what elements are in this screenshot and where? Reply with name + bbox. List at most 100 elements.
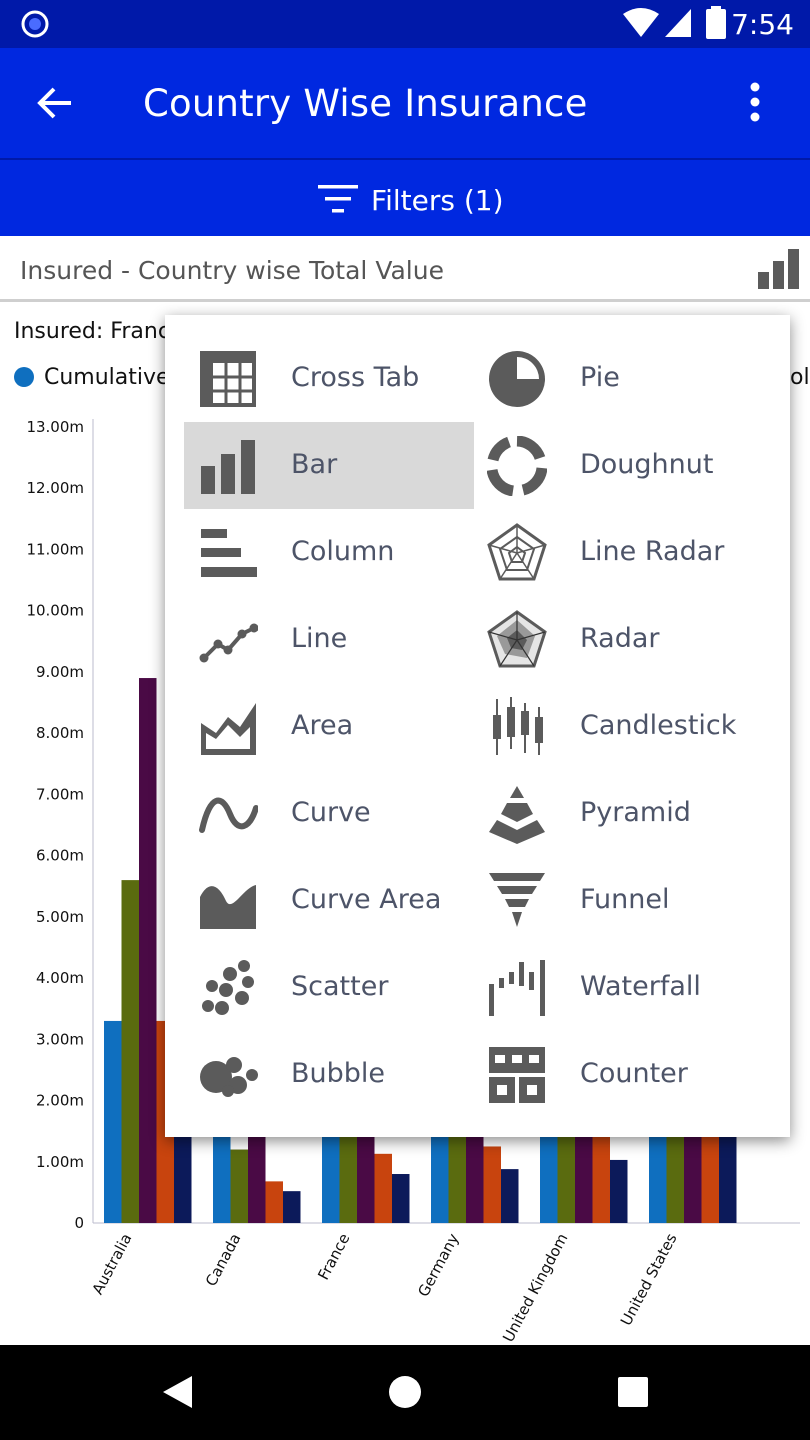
bar — [230, 1149, 248, 1223]
bar — [392, 1174, 410, 1223]
y-tick-label: 9.00m — [36, 663, 84, 681]
column-chart-icon — [201, 529, 257, 577]
app-bar: Country Wise Insurance — [0, 48, 810, 158]
panel-title: Insured - Country wise Total Value — [20, 256, 444, 285]
chart-type-option-label: Scatter — [291, 971, 389, 1002]
chart-type-option-pie[interactable]: Pie — [473, 335, 763, 422]
chart-type-option-label: Area — [291, 710, 354, 741]
bar — [139, 678, 157, 1223]
chart-type-option-label: Pie — [580, 362, 620, 393]
bar-chart-icon — [201, 440, 255, 494]
bar — [121, 880, 139, 1223]
y-tick-label: 8.00m — [36, 724, 84, 742]
y-tick-label: 6.00m — [36, 847, 84, 865]
y-tick-label: 3.00m — [36, 1030, 84, 1048]
y-tick-label: 4.00m — [36, 969, 84, 987]
chart-type-option-label: Line — [291, 623, 348, 654]
navigation-bar — [0, 1345, 810, 1440]
bar — [610, 1159, 628, 1223]
back-nav-icon[interactable] — [160, 1374, 194, 1410]
panel-header: Insured - Country wise Total Value — [0, 236, 810, 302]
home-nav-icon[interactable] — [388, 1375, 422, 1409]
pyramid-chart-icon — [489, 786, 545, 844]
waterfall-chart-icon — [489, 960, 545, 1016]
status-bar: 7:54 — [0, 0, 810, 48]
battery-icon — [706, 6, 726, 39]
chart-type-option-candlestick[interactable]: Candlestick — [473, 683, 763, 770]
x-tick-label: United Kingdom — [499, 1230, 571, 1345]
x-tick-label: Germany — [414, 1230, 462, 1299]
chart-type-option-label: Bubble — [291, 1058, 386, 1089]
area-chart-icon — [201, 703, 256, 755]
y-tick-label: 2.00m — [36, 1092, 84, 1110]
y-tick-label: 7.00m — [36, 785, 84, 803]
chart-type-option-waterfall[interactable]: Waterfall — [473, 944, 763, 1031]
chart-type-option-line[interactable]: Line — [184, 596, 474, 683]
chart-type-option-curve-area[interactable]: Curve Area — [184, 857, 474, 944]
recents-nav-icon[interactable] — [618, 1377, 648, 1407]
wifi-icon — [623, 8, 659, 37]
y-tick-label: 0 — [74, 1214, 84, 1232]
y-tick-label: 13.00m — [26, 418, 84, 436]
line-chart-icon — [199, 623, 258, 663]
chart-type-option-bubble[interactable]: Bubble — [184, 1031, 474, 1118]
x-tick-label: France — [314, 1230, 353, 1283]
curve-area-chart-icon — [200, 885, 256, 929]
chart-type-option-doughnut[interactable]: Doughnut — [473, 422, 763, 509]
chart-type-option-label: Line Radar — [580, 536, 725, 567]
bar — [483, 1146, 501, 1223]
chart-type-option-label: Waterfall — [580, 971, 701, 1002]
chart-type-option-label: Candlestick — [580, 710, 737, 741]
chart-type-option-label: Column — [291, 536, 395, 567]
curve-chart-icon — [199, 797, 258, 833]
bar — [265, 1181, 283, 1223]
filters-button[interactable]: Filters (1) — [0, 158, 810, 236]
bar — [374, 1153, 392, 1223]
chart-type-option-line-radar[interactable]: Line Radar — [473, 509, 763, 596]
bar — [283, 1191, 301, 1223]
chart-type-option-funnel[interactable]: Funnel — [473, 857, 763, 944]
chart-type-menu: Cross Tab Bar Column Line Area Curve Curve Are… — [165, 315, 790, 1137]
chart-type-option-label: Bar — [291, 449, 338, 480]
page-title: Country Wise Insurance — [143, 82, 588, 125]
doughnut-chart-icon — [487, 436, 547, 496]
chart-type-option-column[interactable]: Column — [184, 509, 474, 596]
chart-type-option-label: Cross Tab — [291, 362, 420, 393]
chart-type-option-curve[interactable]: Curve — [184, 770, 474, 857]
chart-type-option-pyramid[interactable]: Pyramid — [473, 770, 763, 857]
more-options-icon[interactable] — [746, 80, 764, 124]
y-tick-label: 1.00m — [36, 1153, 84, 1171]
chart-type-option-cross-tab[interactable]: Cross Tab — [184, 335, 474, 422]
chart-type-option-area[interactable]: Area — [184, 683, 474, 770]
candlestick-chart-icon — [493, 697, 543, 755]
y-tick-label: 11.00m — [26, 540, 84, 558]
chart-type-option-label: Radar — [580, 623, 660, 654]
chart-type-option-scatter[interactable]: Scatter — [184, 944, 474, 1031]
back-arrow-icon[interactable] — [36, 84, 74, 122]
chart-type-option-bar[interactable]: Bar — [184, 422, 474, 509]
x-tick-label: United States — [617, 1230, 681, 1328]
funnel-chart-icon — [489, 873, 545, 927]
chart-type-icon[interactable] — [758, 249, 800, 289]
signal-icon — [665, 9, 691, 37]
status-time: 7:54 — [731, 8, 794, 41]
notification-icon — [21, 10, 49, 38]
y-tick-label: 10.00m — [26, 602, 84, 620]
counter-icon — [489, 1047, 545, 1103]
chart-type-option-counter[interactable]: Counter — [473, 1031, 763, 1118]
y-tick-label: 12.00m — [26, 479, 84, 497]
chart-type-option-label: Curve — [291, 797, 371, 828]
bar — [104, 1020, 122, 1223]
radar-chart-icon — [487, 610, 547, 668]
chart-type-option-label: Counter — [580, 1058, 688, 1089]
cross-tab-icon — [200, 351, 256, 407]
chart-type-option-radar[interactable]: Radar — [473, 596, 763, 683]
y-tick-label: 5.00m — [36, 908, 84, 926]
scatter-chart-icon — [202, 960, 254, 1015]
pie-chart-icon — [489, 351, 545, 407]
x-tick-label: Australia — [88, 1230, 135, 1297]
chart-type-option-label: Funnel — [580, 884, 670, 915]
x-tick-label: Canada — [202, 1230, 245, 1289]
filters-label: Filters (1) — [371, 184, 504, 217]
chart-type-option-label: Pyramid — [580, 797, 691, 828]
